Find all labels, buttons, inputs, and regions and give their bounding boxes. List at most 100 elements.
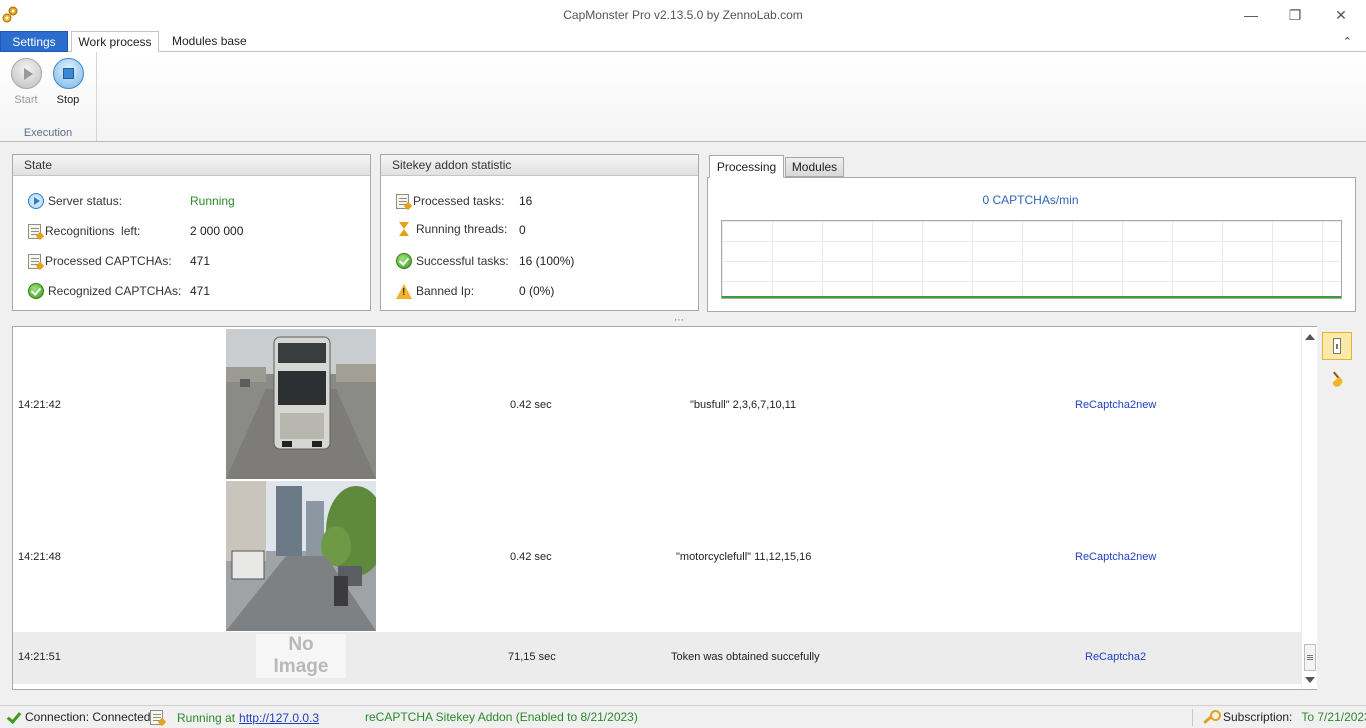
log-scrollbar[interactable] (1301, 327, 1317, 689)
subscription-label: Subscription: (1223, 710, 1293, 724)
scroll-up-icon[interactable] (1305, 334, 1315, 340)
no-image-placeholder: No Image (256, 634, 346, 678)
scroll-thumb[interactable] (1304, 644, 1316, 671)
log-module: ReCaptcha2new (1075, 551, 1157, 563)
scroll-down-icon[interactable] (1305, 677, 1315, 683)
running-threads-value: 0 (519, 223, 526, 237)
captcha-rate: 0 CAPTCHAs/min (982, 193, 1079, 207)
status-bar: Connection: Connected Running at http://… (0, 705, 1366, 728)
stop-label: Stop (56, 94, 80, 106)
tab-work-process[interactable]: Work process (71, 31, 159, 53)
successful-tasks-value: 16 (100%) (519, 254, 575, 268)
status-separator (1192, 709, 1193, 726)
recognitions-left-value: 2 000 000 (190, 224, 244, 238)
log-answer: "motorcyclefull" 11,12,15,16 (676, 551, 812, 563)
restore-button[interactable]: ❐ (1280, 4, 1310, 26)
broom-icon (1330, 373, 1344, 387)
log-time: 14:21:48 (18, 551, 61, 563)
log-module: ReCaptcha2 (1085, 651, 1147, 663)
table-row[interactable]: 14:21:42 0.42 sec "busfull" 2,3,6,7,10,1… (13, 327, 1301, 479)
collapse-ribbon-icon[interactable]: ⌃ (1343, 35, 1352, 48)
no-image-text-2: Image (273, 656, 329, 677)
processed-captchas-label: Processed CAPTCHAs: (45, 254, 172, 268)
log-module: ReCaptcha2new (1075, 399, 1157, 411)
banned-ip-label: Banned Ip: (416, 284, 475, 298)
play-info-icon (28, 193, 44, 209)
state-panel-title: State (13, 155, 370, 176)
running-threads-row: Running threads: (396, 220, 507, 238)
document-edit-icon (28, 253, 41, 269)
log-answer: Token was obtained succefully (671, 651, 820, 663)
table-row[interactable]: 14:21:48 0.42 sec "motorcyclefull" 11,12… (13, 479, 1301, 631)
no-image-text-1: No (288, 634, 314, 655)
execution-group: Start Stop Execution (0, 52, 97, 141)
ribbon-tabs: Settings Work process Modules base ⌃ (0, 30, 1366, 53)
stop-button[interactable]: Stop (48, 58, 88, 106)
sitekey-panel: Sitekey addon statistic Processed tasks:… (380, 154, 699, 311)
sitekey-panel-title: Sitekey addon statistic (381, 155, 698, 176)
processed-tasks-value: 16 (519, 194, 533, 208)
start-label: Start (14, 94, 38, 106)
subscription-status: Subscription: To 7/21/2023 (1202, 710, 1366, 724)
banned-ip-row: Banned Ip: (396, 282, 474, 300)
clear-log-button[interactable] (1322, 366, 1352, 394)
start-button[interactable]: Start (6, 58, 46, 106)
successful-tasks-row: Successful tasks: (396, 252, 509, 270)
log-side-toolbar (1320, 326, 1356, 690)
captcha-image-street (226, 481, 376, 631)
processed-captchas-row: Processed CAPTCHAs: (28, 252, 172, 270)
connection-status: Connection: Connected (6, 710, 150, 724)
document-edit-icon (150, 710, 163, 725)
server-url-link[interactable]: http://127.0.0.3 (239, 711, 319, 725)
log-time: 14:21:42 (18, 399, 61, 411)
recognized-captchas-value: 471 (190, 284, 211, 298)
splitter-handle[interactable]: ⋯ (674, 315, 685, 326)
document-edit-icon (396, 193, 409, 209)
log-duration: 0.42 sec (510, 551, 552, 563)
server-status-value: Running (190, 194, 235, 208)
tab-modules[interactable]: Modules (785, 157, 844, 177)
recognized-captchas-row: Recognized CAPTCHAs: (28, 282, 181, 300)
running-status: Running at http://127.0.0.3 (150, 710, 319, 725)
captcha-log: 14:21:42 0.42 sec "busfull" 2,3,6,7,10,1… (12, 326, 1317, 690)
table-row[interactable]: 14:21:51 No Image 71,15 sec Token was ob… (13, 632, 1301, 684)
banned-ip-value: 0 (0%) (519, 284, 555, 298)
window-title: CapMonster Pro v2.13.5.0 by ZennoLab.com (563, 8, 803, 22)
warning-icon (396, 283, 412, 299)
state-panel: State Server status: Running Recognition… (12, 154, 371, 311)
log-answer: "busfull" 2,3,6,7,10,11 (690, 399, 797, 411)
server-status-row: Server status: (28, 192, 122, 210)
processed-captchas-value: 471 (190, 254, 211, 268)
document-icon (28, 223, 41, 239)
check-icon (28, 283, 44, 299)
subscription-value: To 7/21/2023 (1301, 710, 1366, 724)
close-button[interactable]: ✕ (1326, 4, 1356, 26)
recognitions-left-row: Recognitions left: (28, 222, 140, 240)
minimize-button[interactable]: — (1236, 4, 1266, 26)
running-prefix: Running at (177, 710, 236, 725)
log-duration: 71,15 sec (508, 651, 556, 663)
log-duration: 0.42 sec (510, 399, 552, 411)
autoscroll-button[interactable] (1322, 332, 1352, 360)
processed-tasks-label: Processed tasks: (413, 194, 505, 208)
log-time: 14:21:51 (18, 651, 61, 663)
check-icon (396, 253, 412, 269)
successful-tasks-label: Successful tasks: (416, 254, 509, 268)
tab-settings[interactable]: Settings (0, 31, 68, 52)
hourglass-icon (396, 221, 412, 237)
rate-graph (721, 220, 1342, 299)
processed-tasks-row: Processed tasks: (396, 192, 504, 210)
title-bar: CapMonster Pro v2.13.5.0 by ZennoLab.com… (0, 0, 1366, 30)
checkmark-icon (6, 710, 20, 724)
play-icon (10, 58, 42, 89)
ribbon-body: Start Stop Execution (0, 52, 1366, 142)
connection-text: Connection: Connected (25, 710, 151, 724)
tab-processing[interactable]: Processing (709, 155, 784, 178)
captcha-image-bus (226, 329, 376, 479)
rate-graph-line (722, 296, 1341, 298)
server-status-label: Server status: (48, 194, 123, 208)
key-icon (1202, 710, 1221, 724)
tab-modules-base[interactable]: Modules base (161, 31, 258, 52)
recognized-captchas-label: Recognized CAPTCHAs: (48, 284, 182, 298)
recognitions-left-label: Recognitions left: (45, 224, 141, 238)
